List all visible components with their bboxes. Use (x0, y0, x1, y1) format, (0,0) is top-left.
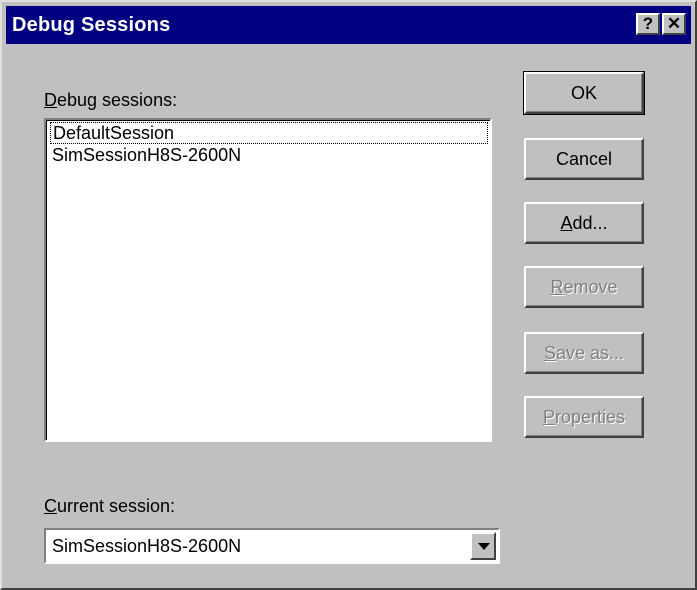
ok-button[interactable]: OK (523, 71, 645, 115)
cancel-button[interactable]: Cancel (524, 138, 644, 180)
remove-button-mnemonic: R (550, 277, 564, 297)
current-session-label-text: urrent session: (57, 496, 176, 516)
remove-button[interactable]: Remove (524, 266, 644, 308)
current-session-label-mnemonic: C (44, 496, 57, 516)
properties-button-mnemonic: P (542, 407, 555, 427)
add-button[interactable]: Add... (524, 202, 644, 244)
properties-button[interactable]: Properties (524, 396, 644, 438)
debug-sessions-label-text: ebug sessions: (57, 90, 178, 110)
window-title: Debug Sessions (12, 14, 171, 36)
title-bar[interactable]: Debug Sessions ? ✕ (6, 6, 691, 44)
debug-sessions-dialog: Debug Sessions ? ✕ Debug sessions: Defau… (0, 0, 697, 590)
debug-sessions-label: Debug sessions: (44, 90, 177, 111)
current-session-dropdown[interactable]: SimSessionH8S-2600N (44, 528, 500, 564)
dropdown-arrow-button[interactable] (470, 532, 496, 560)
save-as-button-label: ave as... (555, 343, 625, 363)
save-as-button-mnemonic: S (543, 343, 556, 363)
debug-sessions-list[interactable]: DefaultSession SimSessionH8S-2600N (44, 118, 492, 442)
chevron-down-icon (478, 543, 490, 550)
debug-sessions-label-mnemonic: D (44, 90, 57, 110)
current-session-label: Current session: (44, 496, 175, 517)
add-button-mnemonic: A (560, 213, 573, 233)
properties-button-label: roperties (554, 407, 626, 427)
current-session-value: SimSessionH8S-2600N (52, 536, 242, 556)
close-button[interactable]: ✕ (662, 13, 686, 35)
save-as-button[interactable]: Save as... (524, 332, 644, 374)
help-button[interactable]: ? (636, 13, 660, 35)
list-item[interactable]: SimSessionH8S-2600N (50, 144, 241, 166)
list-item[interactable]: DefaultSession (50, 122, 488, 144)
add-button-label: dd... (572, 213, 608, 233)
remove-button-label: emove (563, 277, 618, 297)
